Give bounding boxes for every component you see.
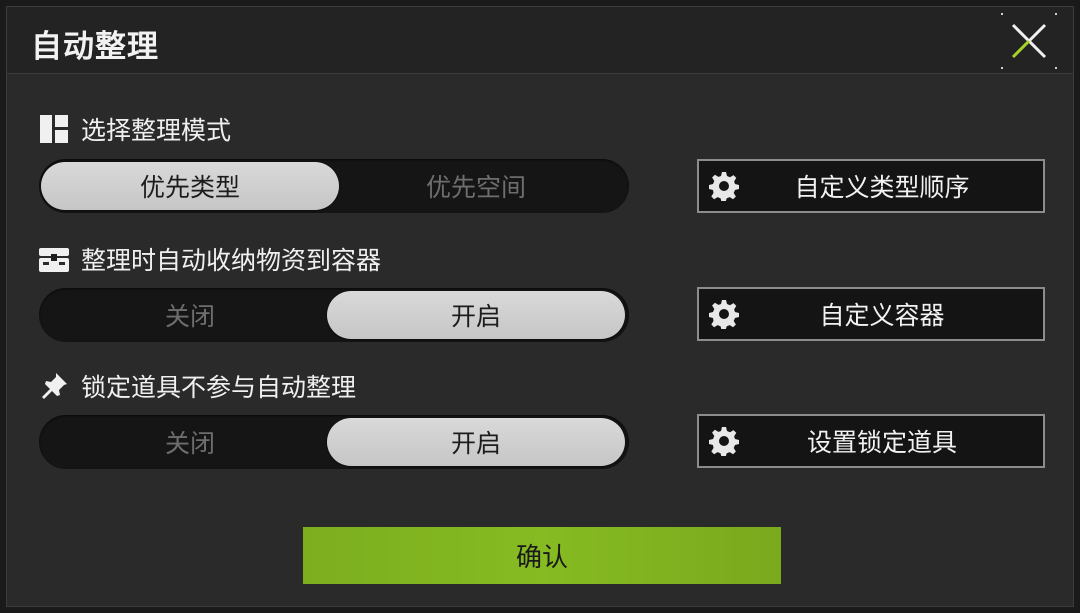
- option-off[interactable]: 关闭: [41, 291, 339, 339]
- option-priority-type[interactable]: 优先类型: [41, 162, 339, 210]
- close-button[interactable]: [1001, 13, 1057, 69]
- section-label-text: 整理时自动收纳物资到容器: [81, 246, 382, 275]
- pin-icon: [39, 371, 69, 401]
- confirm-button[interactable]: 确认: [303, 527, 781, 584]
- section-label-text: 锁定道具不参与自动整理: [81, 373, 357, 402]
- option-priority-space[interactable]: 优先空间: [327, 162, 625, 210]
- gear-icon: [707, 424, 741, 458]
- set-locked-items-button[interactable]: 设置锁定道具: [697, 414, 1045, 468]
- button-label: 自定义容器: [819, 301, 945, 330]
- gear-icon: [707, 297, 741, 331]
- section-auto-store-label: 整理时自动收纳物资到容器: [39, 242, 381, 276]
- option-on[interactable]: 开启: [327, 291, 625, 339]
- lock-items-toggle: 关闭 开启: [39, 415, 629, 469]
- close-icon: [1001, 13, 1057, 69]
- button-label: 设置锁定道具: [806, 428, 957, 457]
- layout-icon: [39, 114, 69, 144]
- chest-icon: [39, 244, 69, 274]
- gear-icon: [707, 169, 741, 203]
- auto-sort-dialog: 自动整理 选择整理模式 优先类型 优先空间 自定义类型顺序 整理时自动收纳物资到…: [6, 6, 1074, 607]
- section-sort-mode-label: 选择整理模式: [39, 112, 231, 146]
- dialog-title: 自动整理: [31, 29, 159, 65]
- option-off[interactable]: 关闭: [41, 418, 339, 466]
- section-lock-items-label: 锁定道具不参与自动整理: [39, 369, 356, 403]
- section-label-text: 选择整理模式: [81, 116, 232, 145]
- button-label: 自定义类型顺序: [794, 173, 970, 202]
- sort-mode-toggle: 优先类型 优先空间: [39, 159, 629, 213]
- dialog-titlebar: 自动整理: [7, 7, 1073, 74]
- custom-type-order-button[interactable]: 自定义类型顺序: [697, 159, 1045, 213]
- auto-store-toggle: 关闭 开启: [39, 288, 629, 342]
- custom-container-button[interactable]: 自定义容器: [697, 287, 1045, 341]
- option-on[interactable]: 开启: [327, 418, 625, 466]
